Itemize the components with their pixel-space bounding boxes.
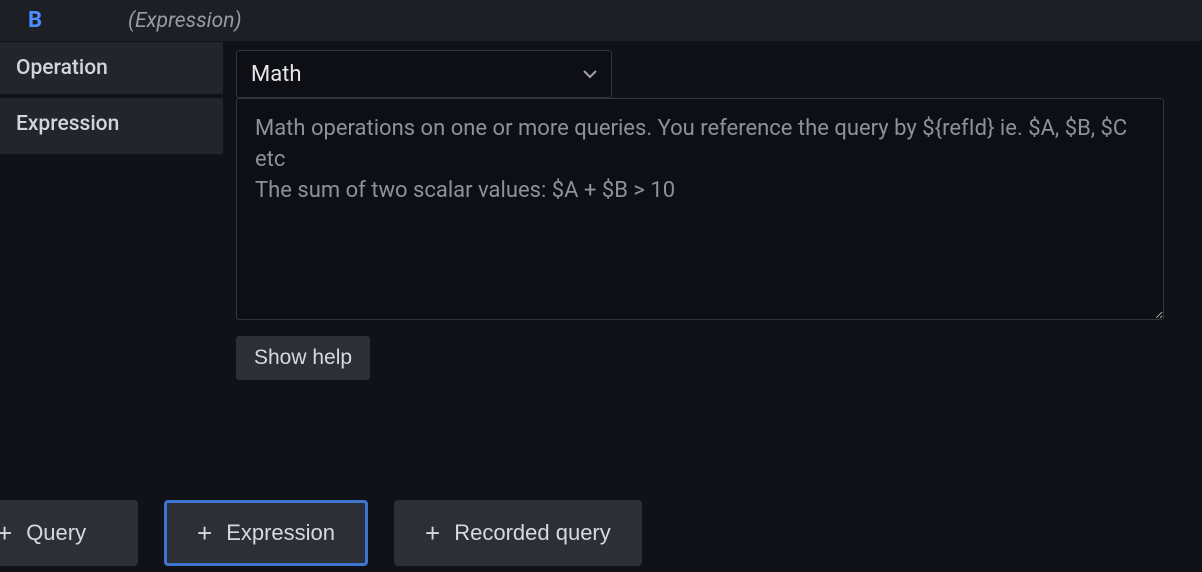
plus-icon: + — [425, 520, 440, 546]
add-recorded-query-label: Recorded query — [454, 520, 611, 546]
add-query-button[interactable]: + Query — [0, 500, 138, 566]
ref-id-label[interactable]: B — [28, 8, 128, 33]
expression-textarea[interactable] — [236, 98, 1164, 320]
operation-select[interactable]: Math — [236, 50, 612, 98]
expression-label: Expression — [0, 98, 224, 154]
plus-icon: + — [197, 520, 212, 546]
expression-type-tag: (Expression) — [128, 9, 242, 33]
plus-icon: + — [0, 520, 12, 546]
show-help-button[interactable]: Show help — [236, 336, 370, 380]
expression-header: B (Expression) — [0, 0, 1202, 42]
add-expression-button[interactable]: + Expression — [164, 500, 368, 566]
add-recorded-query-button[interactable]: + Recorded query — [394, 500, 642, 566]
query-button-bar: + Query + Expression + Recorded query — [0, 500, 642, 566]
operation-row: Operation Math — [0, 42, 1202, 98]
operation-select-value: Math — [251, 62, 583, 87]
show-help-label: Show help — [254, 346, 352, 370]
add-query-label: Query — [26, 520, 86, 546]
expression-row: Expression — [0, 98, 1202, 324]
chevron-down-icon — [583, 67, 597, 81]
add-expression-label: Expression — [226, 520, 335, 546]
operation-label: Operation — [0, 42, 224, 94]
